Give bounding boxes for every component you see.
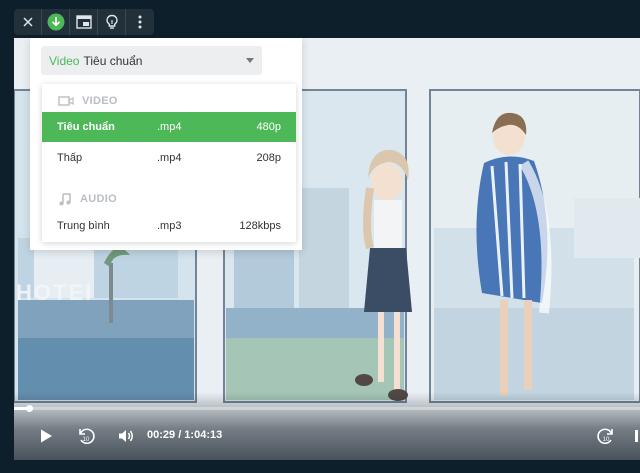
- select-value: Tiêu chuẩn: [83, 53, 143, 68]
- quality-panel: Video Tiêu chuẩn VIDEO Tiêu chuẩn .mp4 4…: [30, 38, 302, 250]
- option-quality: Trung bình: [57, 220, 110, 232]
- close-button[interactable]: [14, 9, 42, 35]
- rewind-10-icon: 10: [79, 428, 95, 445]
- download-icon: [47, 13, 64, 31]
- option-quality: Thấp: [57, 152, 83, 164]
- fullscreen-icon: [635, 430, 638, 442]
- option-format: .mp4: [157, 121, 182, 133]
- play-icon: [41, 429, 52, 443]
- select-prefix: Video: [49, 53, 80, 68]
- audio-section-label: AUDIO: [80, 193, 117, 205]
- option-resolution: 208p: [256, 152, 281, 164]
- chevron-down-icon: [246, 58, 254, 63]
- video-section-label: VIDEO: [82, 95, 118, 107]
- progress-bar[interactable]: [14, 405, 640, 412]
- music-note-icon: [59, 193, 71, 206]
- option-quality: Tiêu chuẩn: [57, 121, 115, 133]
- close-icon: [22, 17, 33, 27]
- lightbulb-button[interactable]: [98, 9, 126, 35]
- picture-in-picture-button[interactable]: [70, 9, 98, 35]
- picture-in-picture-icon: [75, 15, 92, 29]
- option-bitrate: 128kbps: [239, 220, 281, 232]
- volume-icon: [119, 430, 133, 442]
- download-button[interactable]: [42, 9, 70, 35]
- forward-10-icon: 10: [597, 428, 613, 445]
- video-camera-icon: [58, 96, 74, 106]
- audio-section-header: AUDIO: [58, 190, 117, 208]
- more-vertical-icon: [138, 15, 142, 29]
- play-button[interactable]: [36, 426, 56, 446]
- hotel-sign: HOTEI: [16, 280, 94, 305]
- option-audio-medium[interactable]: Trung bình .mp3 128kbps: [42, 211, 296, 241]
- more-options-button[interactable]: [126, 9, 154, 35]
- time-display: 00:29 / 1:04:13: [147, 429, 223, 441]
- volume-button[interactable]: [116, 426, 136, 446]
- forward-seconds-label: 10: [603, 437, 610, 443]
- rewind-10-button[interactable]: 10: [75, 425, 97, 447]
- quality-dropdown: VIDEO Tiêu chuẩn .mp4 480p Thấp .mp4 208…: [42, 84, 296, 242]
- forward-10-button[interactable]: 10: [595, 425, 617, 447]
- lightbulb-icon: [105, 14, 118, 29]
- option-video-standard[interactable]: Tiêu chuẩn .mp4 480p: [42, 112, 296, 142]
- progress-handle[interactable]: [26, 405, 33, 412]
- fullscreen-button[interactable]: [632, 428, 640, 444]
- option-format: .mp3: [157, 220, 182, 232]
- option-resolution: 480p: [256, 121, 281, 133]
- rewind-seconds-label: 10: [83, 437, 90, 443]
- quality-select[interactable]: Video Tiêu chuẩn: [41, 46, 262, 75]
- controls-overlay: [14, 392, 640, 460]
- option-format: .mp4: [157, 152, 182, 164]
- extension-toolbar: [14, 9, 154, 35]
- video-section-header: VIDEO: [58, 92, 118, 110]
- option-video-low[interactable]: Thấp .mp4 208p: [42, 143, 296, 173]
